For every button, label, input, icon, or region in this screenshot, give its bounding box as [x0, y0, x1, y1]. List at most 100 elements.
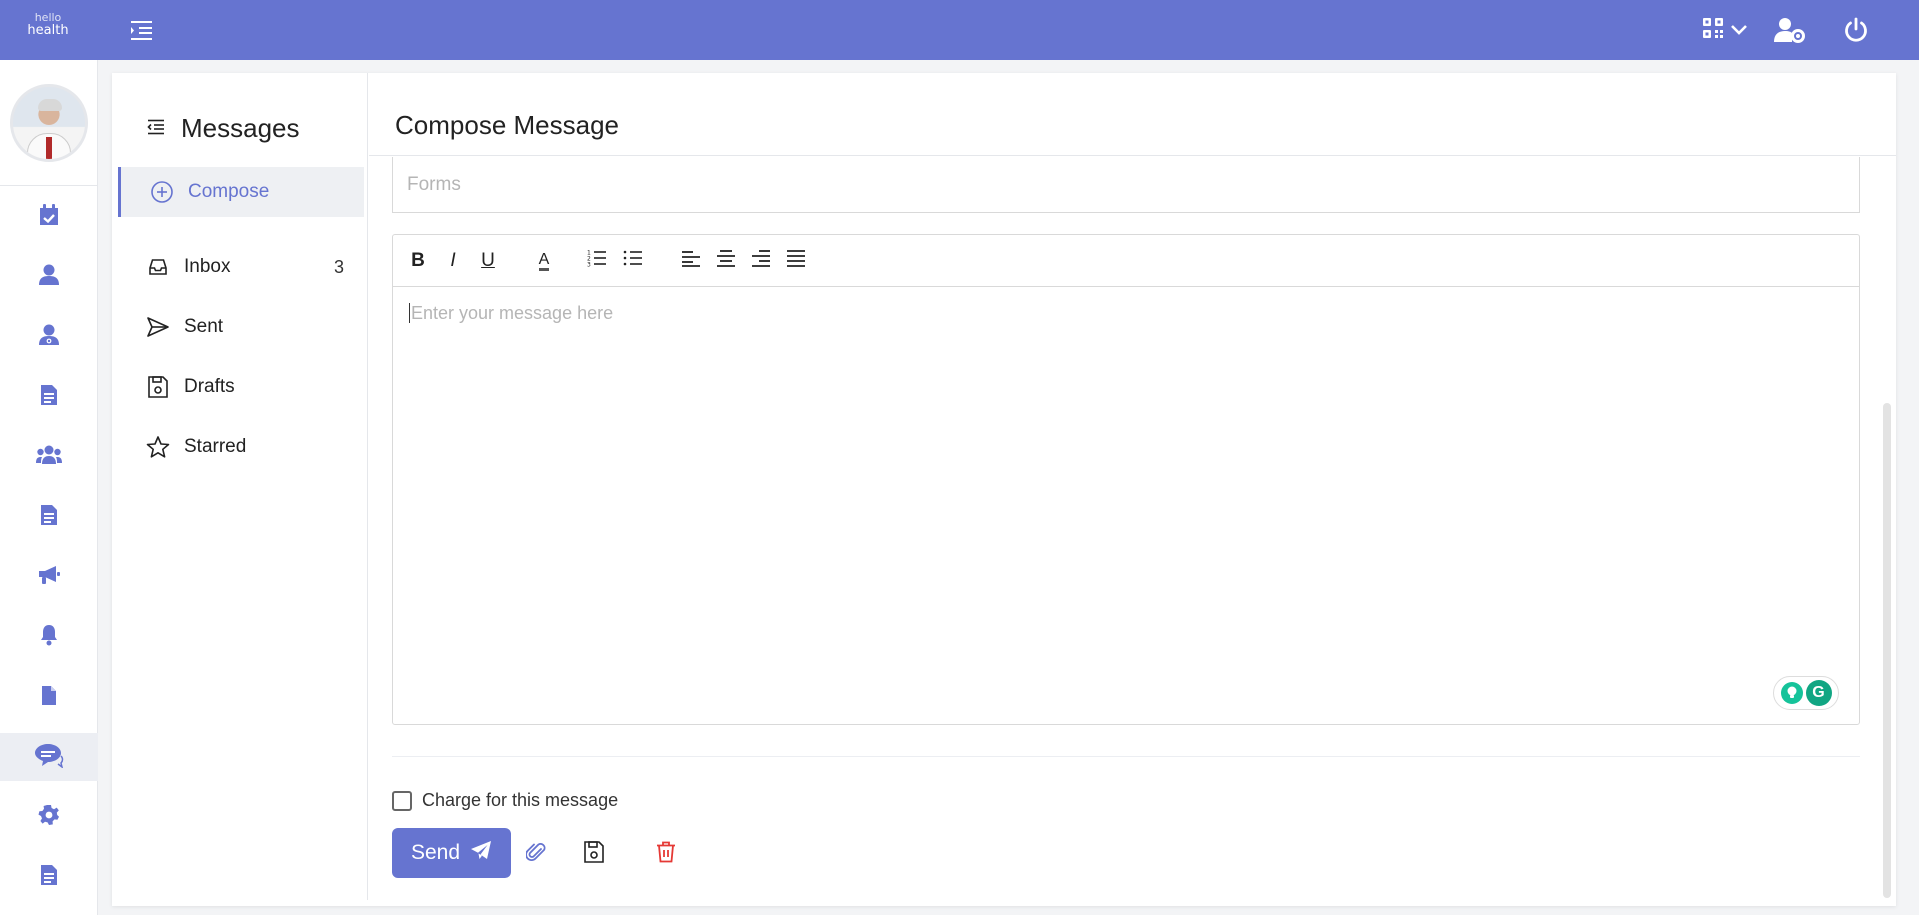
messages-title: Messages: [181, 113, 300, 143]
underline-button[interactable]: U: [475, 248, 501, 274]
save-icon: [146, 375, 170, 399]
doctor-icon: [39, 324, 59, 350]
nav-forms[interactable]: [0, 853, 98, 901]
menu-toggle-icon[interactable]: [130, 20, 156, 42]
align-justify-icon: [786, 249, 806, 273]
scrollbar[interactable]: [1883, 403, 1891, 898]
title-divider: [369, 155, 1896, 156]
inbox-count-badge: 3: [333, 256, 344, 277]
bell-icon: [40, 624, 58, 650]
editor-toolbar: B I U A 123: [393, 235, 1859, 287]
attach-button[interactable]: [521, 839, 551, 869]
qr-menu-button[interactable]: [1697, 12, 1753, 48]
nav-doctors[interactable]: [0, 313, 98, 361]
sidebar-divider: [0, 185, 98, 186]
folder-drafts[interactable]: Drafts: [118, 362, 364, 412]
font-color-button[interactable]: A: [531, 248, 557, 274]
align-left-icon: [681, 249, 701, 273]
folder-label: Inbox: [184, 256, 231, 277]
messages-header: Messages: [147, 113, 300, 144]
plus-circle-icon: [150, 180, 174, 204]
align-center-icon: [716, 249, 736, 273]
save-icon: [584, 841, 604, 867]
forms-field[interactable]: Forms: [392, 157, 1860, 213]
brand-line-1: hello: [34, 11, 62, 24]
bold-button[interactable]: B: [405, 248, 431, 274]
chevron-down-icon: [1730, 21, 1748, 40]
paperclip-icon: [525, 841, 546, 867]
nav-groups[interactable]: [0, 433, 98, 481]
top-bar: hello health: [0, 0, 1919, 60]
avatar[interactable]: [10, 84, 88, 162]
save-draft-button[interactable]: [579, 839, 609, 869]
user-settings-icon[interactable]: [1772, 12, 1808, 48]
nav-calendar[interactable]: [0, 193, 98, 241]
align-left-button[interactable]: [678, 248, 704, 274]
align-right-button[interactable]: [748, 248, 774, 274]
svg-text:3: 3: [587, 262, 591, 268]
compose-area: Compose Message Forms B I U A 123 Enter …: [369, 73, 1896, 906]
ordered-list-icon: 123: [587, 249, 607, 273]
nav-announcements[interactable]: [0, 553, 98, 601]
bullet-list-button[interactable]: [620, 248, 646, 274]
document-icon: [40, 504, 58, 530]
delete-button[interactable]: [651, 839, 681, 869]
send-label: Send: [410, 841, 461, 864]
collapse-menu-icon[interactable]: [147, 119, 165, 139]
nav-notifications[interactable]: [0, 613, 98, 661]
calendar-check-icon: [39, 204, 59, 230]
form-divider: [392, 756, 1860, 757]
send-icon: [146, 315, 170, 339]
brand-line-2: health: [27, 23, 69, 38]
main-card: Messages Compose Inbox 3 Sent Drafts Sta…: [112, 73, 1896, 906]
star-icon: [146, 435, 170, 459]
charge-label: Charge for this message: [422, 790, 619, 810]
megaphone-icon: [38, 565, 60, 589]
folder-label: Starred: [184, 436, 247, 457]
lightbulb-icon: [1780, 682, 1803, 704]
ordered-list-button[interactable]: 123: [584, 248, 610, 274]
left-sidebar: [0, 60, 98, 915]
nav-files[interactable]: [0, 673, 98, 721]
grammarly-icon: G: [1805, 680, 1832, 706]
grammarly-widget[interactable]: G: [1773, 676, 1839, 710]
folder-compose[interactable]: Compose: [118, 167, 364, 217]
messages-panel: Messages Compose Inbox 3 Sent Drafts Sta…: [112, 73, 368, 900]
align-justify-button[interactable]: [783, 248, 809, 274]
font-color-icon: A: [538, 251, 550, 271]
nav-patients[interactable]: [0, 253, 98, 301]
file-icon: [41, 685, 57, 710]
user-icon: [39, 264, 59, 290]
inbox-icon: [146, 255, 170, 279]
users-group-icon: [36, 445, 62, 469]
send-button[interactable]: Send: [392, 828, 511, 878]
folder-starred[interactable]: Starred: [118, 422, 364, 472]
report-icon: [40, 864, 58, 890]
nav-reports[interactable]: [0, 493, 98, 541]
nav-records[interactable]: [0, 373, 98, 421]
trash-icon: [656, 841, 676, 867]
chat-icon: [34, 742, 64, 772]
compose-title: Compose Message: [395, 110, 619, 140]
folder-label: Drafts: [184, 376, 235, 397]
message-body-input[interactable]: Enter your message here: [409, 303, 613, 323]
qr-code-icon: [1702, 17, 1724, 43]
align-right-icon: [751, 249, 771, 273]
message-editor: B I U A 123 Enter your message here G: [392, 234, 1860, 725]
charge-option: Charge for this message: [392, 790, 618, 811]
nav-messages[interactable]: [0, 733, 98, 781]
power-icon[interactable]: [1838, 12, 1874, 48]
folder-sent[interactable]: Sent: [118, 302, 364, 352]
brand-logo[interactable]: hello health: [24, 12, 72, 37]
folder-inbox[interactable]: Inbox 3: [118, 242, 364, 292]
paper-plane-icon: [470, 840, 492, 866]
folder-label: Sent: [184, 316, 224, 337]
gear-icon: [38, 804, 60, 830]
italic-button[interactable]: I: [440, 248, 466, 274]
align-center-button[interactable]: [713, 248, 739, 274]
bullet-list-icon: [623, 249, 643, 273]
nav-settings[interactable]: [0, 793, 98, 841]
document-list-icon: [40, 384, 58, 410]
charge-checkbox[interactable]: [392, 790, 412, 811]
folder-label: Compose: [188, 181, 270, 202]
